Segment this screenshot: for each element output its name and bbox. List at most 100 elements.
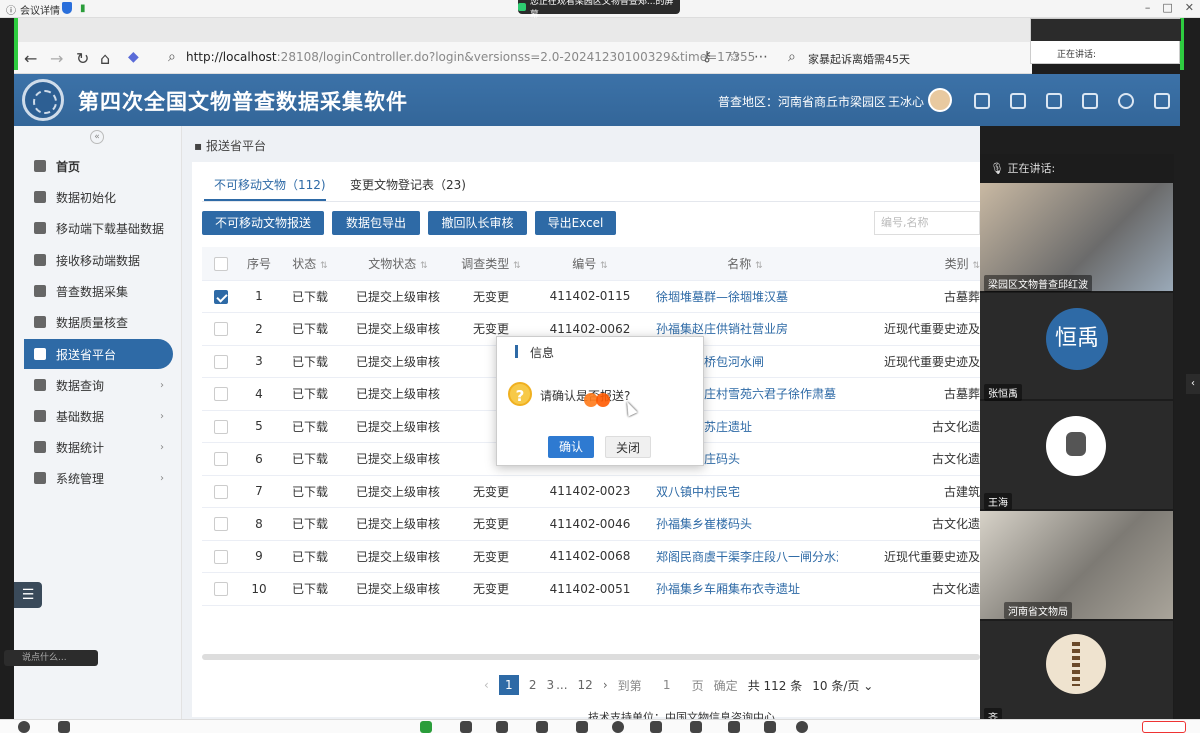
column-header[interactable]: 文物状态 ⇅ [342, 247, 454, 281]
list-icon[interactable]: ☰ [14, 582, 42, 608]
table-row[interactable]: 7 已下载 已提交上级审核 无变更 411402-0023 双八镇中村民宅 古建筑 [202, 475, 980, 508]
chevron-left-icon[interactable]: ‹ [1186, 374, 1200, 394]
tab-immovable-relics[interactable]: 不可移动文物（112) [214, 176, 326, 193]
row-checkbox[interactable] [214, 387, 228, 401]
sort-icon[interactable]: ⇅ [320, 261, 328, 271]
prev-page-icon[interactable]: ‹ [484, 678, 489, 692]
sort-icon[interactable]: ⇅ [972, 261, 980, 271]
database-icon[interactable] [974, 93, 990, 109]
page-size-select[interactable]: 10 条/页 ⌄ [812, 677, 873, 694]
row-checkbox[interactable] [214, 452, 228, 466]
back-icon[interactable]: ← [24, 49, 37, 68]
reload-icon[interactable]: ↻ [76, 49, 89, 68]
layout-icon[interactable] [728, 721, 740, 733]
invite-icon[interactable] [536, 721, 548, 733]
table-row[interactable]: 9 已下载 已提交上级审核 无变更 411402-0068 郑阁民商虞干渠李庄段八一闸分水… [202, 540, 980, 573]
table-row[interactable]: 10 已下载 已提交上级审核 无变更 411402-0051 孙福集乡车厢集布衣寺遗址 古文… [202, 572, 980, 606]
members-icon[interactable] [496, 721, 508, 733]
collapse-sidebar-icon[interactable]: « [90, 130, 104, 144]
sidebar-item-mobile-download[interactable]: 移动端下载基础数据 [24, 213, 174, 243]
site-info-icon[interactable]: ⌕ [168, 49, 176, 65]
row-checkbox[interactable] [214, 354, 228, 369]
next-page-icon[interactable]: › [603, 678, 608, 692]
sidebar-item-base[interactable]: 基础数据 › [24, 401, 174, 431]
cell-name-link[interactable]: 孙福集乡崔楼码头 [652, 507, 838, 541]
sort-icon[interactable]: ⇅ [420, 261, 428, 271]
row-checkbox[interactable] [214, 484, 228, 499]
chat-input[interactable]: 说点什么... [4, 650, 98, 666]
goto-confirm-button[interactable]: 确定 [714, 677, 738, 694]
record-icon[interactable] [612, 721, 624, 733]
column-header[interactable]: 状态 ⇅ [278, 247, 342, 281]
row-checkbox[interactable] [214, 289, 228, 304]
cell-name-link[interactable]: 郑阁民商虞干渠李庄段八一闸分水涵 [652, 540, 838, 573]
apps-icon[interactable] [650, 721, 662, 733]
minimize-icon[interactable]: – [1145, 1, 1151, 14]
share-screen-icon[interactable] [420, 721, 432, 733]
sidebar-item-quality[interactable]: 数据质量核查 [24, 307, 174, 337]
leave-meeting-button[interactable] [1142, 721, 1186, 733]
reactions-icon[interactable] [690, 721, 702, 733]
sidebar-item-init[interactable]: 数据初始化 [24, 182, 174, 212]
table-row[interactable]: 1 已下载 已提交上级审核 无变更 411402-0115 徐堌堆墓群—徐堌堆汉墓 古墓葬 [202, 280, 980, 313]
user-avatar[interactable] [928, 88, 952, 112]
more-options-icon[interactable] [764, 721, 776, 733]
sidebar-item-receive[interactable]: 接收移动端数据 [24, 245, 174, 275]
tasks-icon[interactable] [460, 721, 472, 733]
browser-search-text[interactable]: 家暴起诉离婚需45天 [808, 51, 910, 67]
meeting-info[interactable]: ⓘ 会议详情 [6, 2, 60, 17]
horizontal-scrollbar[interactable] [202, 654, 980, 660]
page-1[interactable]: 1 [498, 675, 519, 695]
row-checkbox[interactable] [214, 549, 228, 564]
sidebar-item-collect[interactable]: 普查数据采集 [24, 276, 174, 306]
address-bar[interactable]: http://localhost:28108/loginController.d… [186, 50, 755, 64]
row-checkbox[interactable] [214, 322, 228, 336]
logout-icon[interactable] [1154, 93, 1170, 109]
search-input[interactable]: 编号,名称 [874, 211, 980, 235]
external-link-icon[interactable] [1082, 93, 1098, 109]
close-button[interactable]: 关闭 [605, 436, 651, 458]
bookmark-star-icon[interactable]: ☆ [728, 49, 741, 65]
submit-relics-button[interactable]: 不可移动文物报送 [202, 211, 324, 235]
export-excel-button[interactable]: 导出Excel [535, 211, 616, 235]
withdraw-review-button[interactable]: 撤回队长审核 [428, 211, 527, 235]
sidebar-item-submit[interactable]: 报送省平台 [24, 339, 173, 369]
row-checkbox[interactable] [214, 582, 228, 596]
qrcode-icon[interactable] [1046, 93, 1062, 109]
key-icon[interactable]: ⚷ [702, 49, 712, 65]
page-2[interactable]: 2 [529, 678, 537, 692]
row-checkbox[interactable] [214, 517, 228, 531]
table-row[interactable]: 8 已下载 已提交上级审核 无变更 411402-0046 孙福集乡崔楼码头 古文化遗 [202, 507, 980, 541]
more-icon[interactable]: ⋯ [754, 49, 768, 65]
sort-icon[interactable]: ⇅ [600, 261, 608, 271]
tab-change-register[interactable]: 变更文物登记表（23) [350, 176, 466, 193]
select-all-checkbox[interactable] [214, 256, 228, 271]
page-12[interactable]: 12 [578, 678, 593, 692]
forward-icon[interactable]: → [50, 49, 63, 68]
column-header[interactable]: 类别 ⇅ [838, 247, 980, 281]
confirm-button[interactable]: 确认 [548, 436, 594, 458]
cell-name-link[interactable]: 双八镇中村民宅 [652, 475, 838, 508]
column-header[interactable]: 序号 [240, 247, 278, 281]
column-header[interactable]: 名称 ⇅ [652, 247, 838, 281]
cell-name-link[interactable]: 孙福集乡车厢集布衣寺遗址 [652, 572, 838, 606]
ai-icon[interactable]: ◆ [128, 49, 139, 65]
sidebar-item-stats[interactable]: 数据统计 › [24, 432, 174, 462]
goto-input[interactable]: 1 [652, 678, 682, 692]
camera-icon[interactable] [58, 721, 70, 733]
chat-icon[interactable] [576, 721, 588, 733]
home-browser-icon[interactable]: ⌂ [100, 49, 110, 68]
maximize-icon[interactable]: □ [1162, 1, 1172, 14]
microphone-icon[interactable] [18, 721, 30, 733]
upload-icon[interactable] [1010, 93, 1026, 109]
sidebar-item-query[interactable]: 数据查询 › [24, 370, 174, 400]
sidebar-item-home[interactable]: 首页 [24, 151, 174, 181]
export-package-button[interactable]: 数据包导出 [332, 211, 420, 235]
share-banner[interactable]: 您正在观看梁园区文物普查郑...的屏幕 [518, 0, 680, 20]
close-icon[interactable]: ✕ [1185, 1, 1194, 14]
info-circle-icon[interactable] [1118, 93, 1134, 109]
page-3[interactable]: 3 [546, 678, 554, 692]
search-icon[interactable]: ⌕ [788, 49, 796, 65]
row-checkbox[interactable] [214, 419, 228, 434]
sort-icon[interactable]: ⇅ [755, 261, 763, 271]
